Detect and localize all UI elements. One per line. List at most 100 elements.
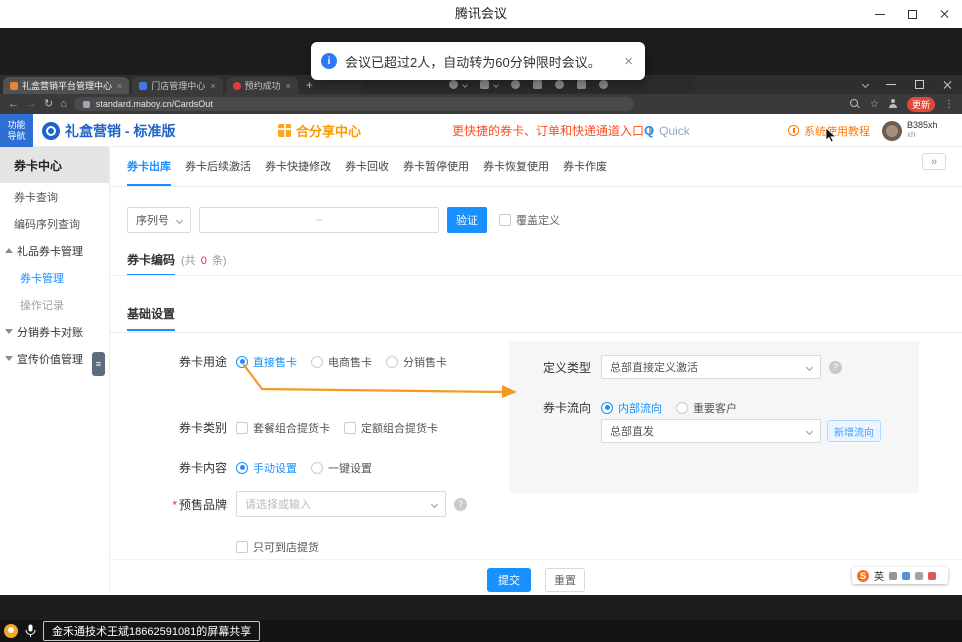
- share-screen-icon[interactable]: [533, 80, 542, 89]
- sidebar-collapse-handle[interactable]: ≡: [92, 352, 105, 376]
- browser-close-button[interactable]: [934, 75, 960, 94]
- chat-icon[interactable]: [577, 80, 586, 89]
- mic-chevron-icon[interactable]: [462, 82, 468, 88]
- sidebar-item-card-query[interactable]: 券卡查询: [0, 183, 109, 210]
- sidebar-group-distribution[interactable]: 分销券卡对账: [0, 318, 109, 345]
- sidebar-item-code-query[interactable]: 编码序列查询: [0, 210, 109, 237]
- tab-label: 门店管理中心: [151, 79, 205, 92]
- tab-close-icon[interactable]: ×: [117, 81, 122, 91]
- back-icon[interactable]: ←: [8, 99, 19, 110]
- home-icon[interactable]: ⌂: [60, 99, 67, 110]
- minimize-button[interactable]: [864, 0, 896, 28]
- basic-settings-title: 基础设置: [127, 305, 175, 331]
- promo-entry-link[interactable]: 更快捷的券卡、订单和快递通道入口: [452, 114, 654, 147]
- share-status-label: 金禾通技术王斌18662591081的屏幕共享: [43, 621, 260, 641]
- serial-range-input[interactable]: –: [199, 207, 439, 233]
- verify-button[interactable]: 验证: [447, 207, 487, 233]
- tab-quick-edit[interactable]: 券卡快捷修改: [265, 147, 331, 186]
- option-label: 内部流向: [618, 400, 662, 416]
- flow-option-vip[interactable]: 重要客户: [676, 400, 737, 416]
- url-field[interactable]: standard.maboy.cn/CardsOut: [74, 97, 634, 111]
- keyboard-icon[interactable]: [889, 572, 897, 580]
- browser-tab-3[interactable]: 预约成功 ×: [226, 77, 298, 94]
- define-type-label: 定义类型: [509, 359, 601, 376]
- toast-close-button[interactable]: ×: [622, 54, 635, 69]
- more-tools-icon[interactable]: [928, 572, 936, 580]
- tab-card-out[interactable]: 券卡出库: [127, 147, 171, 186]
- browser-update-badge[interactable]: 更新: [907, 97, 935, 112]
- category-option-fixed[interactable]: 定额组合提货卡: [344, 420, 438, 436]
- serial-type-select[interactable]: 序列号: [127, 207, 191, 233]
- chevron-down-icon: [806, 363, 813, 370]
- coding-count: (共 0 条): [181, 252, 227, 268]
- search-icon[interactable]: [850, 99, 861, 110]
- mic-icon[interactable]: [25, 624, 36, 638]
- help-icon[interactable]: ?: [454, 498, 467, 511]
- usage-option-direct[interactable]: 直接售卡: [236, 354, 297, 370]
- radio-icon: [311, 462, 323, 474]
- content-option-manual[interactable]: 手动设置: [236, 460, 297, 476]
- tab-pause[interactable]: 券卡暂停使用: [403, 147, 469, 186]
- flow-select[interactable]: 总部直发: [601, 419, 821, 443]
- content-option-onekey[interactable]: 一键设置: [311, 460, 372, 476]
- override-checkbox[interactable]: [499, 214, 511, 226]
- option-label: 直接售卡: [253, 354, 297, 370]
- sidebar-item-card-mgmt[interactable]: 券卡管理: [0, 264, 109, 291]
- panel-collapse-button[interactable]: »: [922, 153, 946, 170]
- tab-close-icon[interactable]: ×: [286, 81, 291, 91]
- reload-icon[interactable]: ↻: [44, 99, 53, 110]
- new-tab-button[interactable]: +: [306, 78, 313, 94]
- sidebar-title: 券卡中心: [0, 147, 109, 183]
- reset-button[interactable]: 重置: [545, 568, 585, 592]
- brand-select[interactable]: 请选择或输入: [236, 491, 446, 517]
- usage-option-distribution[interactable]: 分销售卡: [386, 354, 447, 370]
- chevron-down-icon[interactable]: [862, 81, 869, 88]
- share-center-link[interactable]: 合分享中心: [278, 114, 361, 147]
- tab-recycle[interactable]: 券卡回收: [345, 147, 389, 186]
- tab-void[interactable]: 券卡作废: [563, 147, 607, 186]
- user-account[interactable]: B385xh xh: [882, 114, 938, 147]
- mic-icon[interactable]: [449, 80, 458, 89]
- close-button[interactable]: [928, 0, 960, 28]
- category-option-combo[interactable]: 套餐组合提货卡: [236, 420, 330, 436]
- tab-resume[interactable]: 券卡恢复使用: [483, 147, 549, 186]
- main-content: 券卡出库 券卡后续激活 券卡快捷修改 券卡回收 券卡暂停使用 券卡恢复使用 券卡…: [110, 147, 962, 595]
- maximize-button[interactable]: [896, 0, 928, 28]
- bookmark-star-icon[interactable]: ☆: [870, 99, 879, 110]
- menu-kebab-icon[interactable]: ⋮: [944, 99, 954, 110]
- tab-close-icon[interactable]: ×: [210, 81, 215, 91]
- nav-toggle-button[interactable]: 功能 导航: [0, 114, 33, 147]
- chevron-down-icon: [806, 427, 813, 434]
- more-icon[interactable]: [599, 80, 608, 89]
- profile-icon[interactable]: [888, 99, 898, 109]
- toolbox-icon[interactable]: [902, 572, 910, 580]
- tutorial-link[interactable]: 系统使用教程: [788, 114, 870, 147]
- camera-icon[interactable]: [480, 80, 489, 89]
- camera-chevron-icon[interactable]: [493, 82, 499, 88]
- add-flow-button[interactable]: 新增流向: [827, 420, 881, 442]
- define-type-row: 定义类型 总部直接定义激活 ?: [509, 355, 842, 379]
- coding-count-value: 0: [201, 255, 207, 267]
- browser-tab-2[interactable]: 门店管理中心 ×: [132, 77, 222, 94]
- caret-up-icon: [5, 248, 13, 253]
- security-icon[interactable]: [511, 80, 520, 89]
- ime-language-indicator[interactable]: 英: [874, 568, 884, 583]
- usage-option-ecommerce[interactable]: 电商售卡: [311, 354, 372, 370]
- store-only-option[interactable]: 只可到店提货: [236, 539, 319, 555]
- help-icon[interactable]: ?: [829, 361, 842, 374]
- flow-option-internal[interactable]: 内部流向: [601, 400, 662, 416]
- forward-icon[interactable]: →: [26, 99, 37, 110]
- browser-tab-1[interactable]: 礼盒营销平台管理中心 ×: [3, 77, 129, 94]
- browser-maximize-button[interactable]: [906, 75, 932, 94]
- browser-minimize-button[interactable]: [878, 75, 904, 94]
- sogou-logo-icon[interactable]: S: [857, 570, 869, 582]
- sidebar-group-gift-cards[interactable]: 礼品券卡管理: [0, 237, 109, 264]
- tab-activate[interactable]: 券卡后续激活: [185, 147, 251, 186]
- minimize-icon: [875, 14, 885, 15]
- sidebar-item-op-log[interactable]: 操作记录: [0, 291, 109, 318]
- skin-icon[interactable]: [915, 572, 923, 580]
- submit-button[interactable]: 提交: [487, 568, 531, 592]
- members-icon[interactable]: [555, 80, 564, 89]
- quick-search[interactable]: Q Quick: [644, 114, 690, 147]
- define-type-select[interactable]: 总部直接定义激活: [601, 355, 821, 379]
